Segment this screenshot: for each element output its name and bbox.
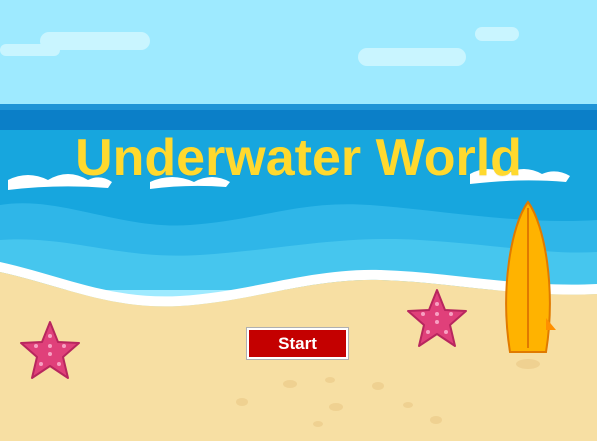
sky (0, 0, 597, 110)
start-button[interactable]: Start (246, 327, 349, 360)
beach-background (0, 0, 597, 441)
game-title: Underwater World (75, 129, 522, 187)
game-stage: Underwater World Start (0, 0, 597, 441)
